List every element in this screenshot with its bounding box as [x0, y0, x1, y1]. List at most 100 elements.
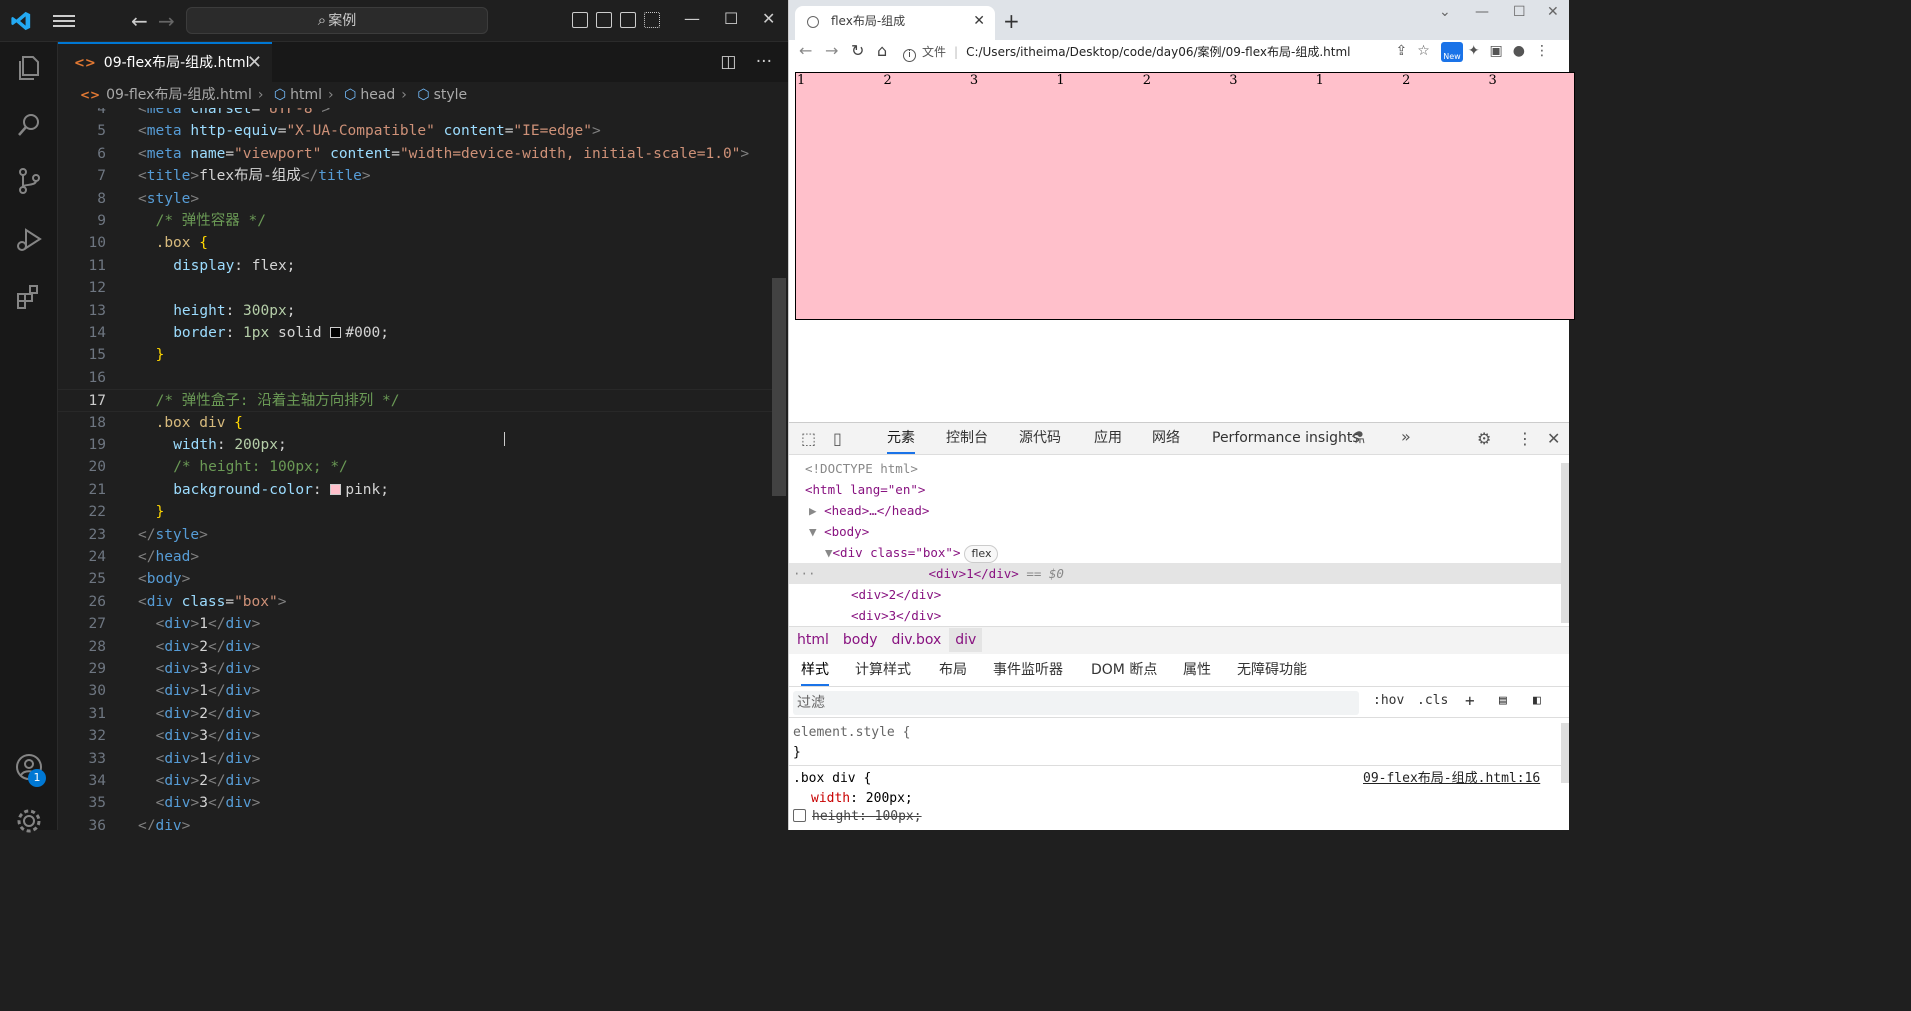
code-line[interactable]: 10 .box {: [58, 232, 772, 254]
close-tab-icon[interactable]: ✕: [973, 6, 985, 36]
tab-styles[interactable]: 样式: [801, 655, 829, 686]
minimize-icon[interactable]: —: [1475, 4, 1489, 20]
code-line[interactable]: 25 <body>: [58, 568, 772, 590]
more-tabs-icon[interactable]: »: [1401, 427, 1411, 446]
code-line[interactable]: 7 <title>flex布局-组成</title>: [58, 165, 772, 187]
code-editor[interactable]: 4 <meta charset="UTF-8"> 5 <meta http-equiv…: [58, 108, 772, 830]
device-toolbar-icon[interactable]: ▯: [833, 429, 842, 448]
code-line[interactable]: 35 <div>3</div>: [58, 792, 772, 814]
toggle-panel-icon[interactable]: [596, 12, 612, 28]
code-line[interactable]: 21 background-color: pink;: [58, 479, 772, 501]
dom-node-box[interactable]: ▼<div class="box"> flex: [789, 542, 1561, 563]
settings-gear-icon[interactable]: ⚙: [1477, 429, 1491, 448]
back-arrow-icon[interactable]: ←: [131, 9, 148, 33]
settings-gear-icon[interactable]: [14, 806, 44, 836]
home-icon[interactable]: ⌂: [877, 41, 887, 60]
code-line[interactable]: 32 <div>3</div>: [58, 725, 772, 747]
code-line[interactable]: 15}: [58, 344, 772, 366]
breadcrumb-file[interactable]: 09-flex布局-组成.html: [106, 87, 252, 103]
code-line[interactable]: 28 <div>2</div>: [58, 636, 772, 658]
add-rule-icon[interactable]: +: [1465, 691, 1475, 710]
breadcrumb-head[interactable]: head: [360, 87, 395, 103]
code-line[interactable]: 14 border: 1px solid #000;: [58, 322, 772, 344]
toggle-secondary-sidebar-icon[interactable]: [620, 12, 636, 28]
code-line[interactable]: 20 /* height: 100px; */: [58, 456, 772, 478]
crumb-html[interactable]: html: [797, 632, 829, 648]
address-bar[interactable]: i 文件 | C:/Users/itheima/Desktop/code/day06/…: [903, 41, 1433, 65]
code-line[interactable]: 18 .box div {: [58, 412, 772, 434]
bookmark-star-icon[interactable]: ☆: [1417, 43, 1430, 59]
side-panel-icon[interactable]: ▣: [1490, 43, 1503, 59]
code-line[interactable]: 5 <meta http-equiv="X-UA-Compatible" cont…: [58, 120, 772, 142]
rule-selector[interactable]: .box div {: [793, 769, 871, 789]
dom-node-doctype[interactable]: <!DOCTYPE html>: [789, 458, 1561, 479]
code-line[interactable]: 27 <div>1</div>: [58, 613, 772, 635]
maximize-icon[interactable]: ☐: [724, 9, 738, 28]
more-actions-icon[interactable]: ···: [756, 52, 772, 72]
more-menu-icon[interactable]: ⋮: [1535, 43, 1549, 59]
profile-avatar-icon[interactable]: ●: [1513, 43, 1525, 59]
split-editor-icon[interactable]: ◫: [720, 52, 736, 72]
code-line[interactable]: 4 <meta charset="UTF-8">: [58, 108, 772, 120]
tab-sources[interactable]: 源代码: [1019, 423, 1061, 454]
rule-width-declaration[interactable]: width: 200px;: [811, 789, 913, 809]
search-icon[interactable]: [14, 110, 44, 140]
tab-network[interactable]: 网络: [1152, 423, 1180, 454]
toggle-sidebar-icon[interactable]: ◧: [1533, 693, 1541, 708]
close-window-icon[interactable]: ✕: [762, 9, 775, 28]
declaration-checkbox[interactable]: [793, 809, 806, 822]
dom-node-html[interactable]: <html lang="en">: [789, 479, 1561, 500]
tab-accessibility[interactable]: 无障碍功能: [1237, 655, 1307, 686]
code-line[interactable]: 12: [58, 277, 772, 299]
code-line[interactable]: 23 </style>: [58, 524, 772, 546]
rule-source-link[interactable]: 09-flex布局-组成.html:16: [1363, 769, 1540, 789]
new-tab-icon[interactable]: +: [1003, 9, 1020, 33]
collapse-arrow-icon[interactable]: ▼: [825, 545, 833, 560]
crumb-div-box[interactable]: div.box: [892, 632, 942, 648]
inspect-element-icon[interactable]: ⬚: [801, 429, 816, 448]
editor-scrollbar[interactable]: [772, 108, 788, 830]
code-line[interactable]: 6 <meta name="viewport" content="width=de…: [58, 143, 772, 165]
code-line[interactable]: 13 height: 300px;: [58, 300, 772, 322]
dom-node-head[interactable]: ▶ <head>…</head>: [789, 500, 1561, 521]
close-window-icon[interactable]: ✕: [1547, 4, 1559, 20]
code-line[interactable]: 19 width: 200px;: [58, 434, 772, 456]
browser-tab[interactable]: flex布局-组成 ✕: [795, 6, 995, 40]
code-line[interactable]: 29 <div>3</div>: [58, 658, 772, 680]
hamburger-menu-icon[interactable]: [53, 12, 75, 30]
code-line[interactable]: 36 </div>: [58, 815, 772, 830]
extensions-puzzle-icon[interactable]: ✦: [1468, 43, 1480, 59]
tab-elements[interactable]: 元素: [887, 423, 915, 454]
cls-toggle[interactable]: .cls: [1417, 693, 1448, 708]
rule-height-declaration[interactable]: height: 100px;: [793, 807, 922, 827]
hov-toggle[interactable]: :hov: [1373, 693, 1404, 708]
dom-node-body[interactable]: ▼ <body>: [789, 521, 1561, 542]
code-line[interactable]: 34 <div>2</div>: [58, 770, 772, 792]
code-line[interactable]: 8 <style>: [58, 188, 772, 210]
breadcrumb-style[interactable]: style: [434, 87, 468, 103]
maximize-icon[interactable]: ☐: [1513, 4, 1526, 20]
dom-scrollbar[interactable]: [1561, 463, 1569, 623]
forward-arrow-icon[interactable]: →: [825, 41, 838, 60]
tab-search-icon[interactable]: ⌄: [1439, 4, 1451, 20]
tab-console[interactable]: 控制台: [946, 423, 988, 454]
dom-node-selected[interactable]: ··· <div>1</div> == $0: [789, 563, 1561, 584]
explorer-icon[interactable]: [14, 52, 44, 82]
forward-arrow-icon[interactable]: →: [158, 9, 175, 33]
crumb-body[interactable]: body: [843, 632, 878, 648]
filter-input[interactable]: 过滤: [793, 691, 1359, 715]
code-line[interactable]: 9 /* 弹性容器 */: [58, 210, 772, 232]
editor-tab[interactable]: <> 09-flex布局-组成.html ✕: [58, 42, 272, 82]
breadcrumb-html[interactable]: html: [290, 87, 322, 103]
source-control-icon[interactable]: [14, 166, 44, 196]
code-line[interactable]: 30 <div>1</div>: [58, 680, 772, 702]
code-line[interactable]: 26 <div class="box">: [58, 591, 772, 613]
code-line[interactable]: 22}: [58, 501, 772, 523]
reload-icon[interactable]: ↻: [851, 41, 864, 60]
code-line[interactable]: 31 <div>2</div>: [58, 703, 772, 725]
close-tab-icon[interactable]: ✕: [247, 44, 262, 82]
more-icon[interactable]: ···: [793, 566, 823, 581]
share-icon[interactable]: ⇪: [1396, 43, 1408, 59]
element-style-rule[interactable]: element.style {: [793, 723, 910, 743]
collapse-arrow-icon[interactable]: ▼: [809, 524, 824, 539]
